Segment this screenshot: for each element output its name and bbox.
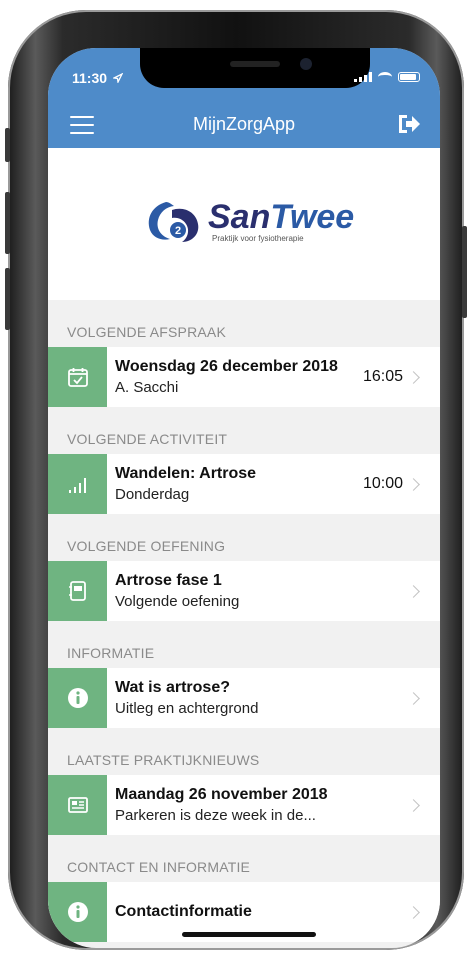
row-time: 16:05 — [362, 368, 403, 385]
volume-up-button — [5, 192, 10, 254]
screen: 11:30 MijnZorgApp 2 SanTwee Praktijk voo… — [48, 48, 440, 948]
santwee-logo: 2 SanTwee Praktijk voor fysiotherapie — [144, 198, 354, 244]
santwee-logo-mark: 2 — [148, 202, 199, 242]
section-header-volgende-oefening: VOLGENDE OEFENING — [48, 514, 440, 561]
row-icon-bg — [48, 668, 107, 728]
section-header-volgende-activiteit: VOLGENDE ACTIVITEIT — [48, 407, 440, 454]
home-indicator[interactable] — [182, 932, 316, 937]
app-header: 11:30 MijnZorgApp — [48, 48, 440, 148]
logout-icon[interactable] — [396, 112, 422, 136]
row-volgende-afspraak[interactable]: Woensdag 26 december 2018 A. Sacchi 16:0… — [48, 347, 440, 407]
silent-switch — [5, 128, 10, 162]
dashboard-list: VOLGENDE AFSPRAAK Woensdag 26 december 2… — [48, 300, 440, 942]
row-icon-bg — [48, 347, 107, 407]
logo-area: 2 SanTwee Praktijk voor fysiotherapie — [48, 148, 440, 300]
chevron-right-icon — [407, 798, 420, 812]
row-icon-bg — [48, 561, 107, 621]
chevron-right-icon — [407, 691, 420, 705]
chevron-right-icon — [407, 477, 420, 491]
row-title: Maandag 26 november 2018 — [115, 785, 328, 803]
row-time: 10:00 — [362, 475, 403, 492]
battery-icon — [398, 72, 420, 82]
phone-frame: 11:30 MijnZorgApp 2 SanTwee Praktijk voo… — [5, 10, 467, 950]
app-title: MijnZorgApp — [192, 114, 296, 134]
camera — [300, 58, 312, 70]
status-icons — [354, 72, 420, 82]
row-volgende-oefening[interactable]: Artrose fase 1 Volgende oefening — [48, 561, 440, 621]
row-subtitle: Uitleg en achtergrond — [115, 699, 259, 717]
row-subtitle: Donderdag — [115, 485, 190, 503]
newspaper-icon — [67, 797, 88, 813]
status-time: 11:30 — [72, 70, 124, 86]
speaker — [230, 61, 280, 67]
row-title: Artrose fase 1 — [115, 571, 222, 589]
location-arrow-icon — [111, 72, 124, 85]
section-header-laatste-praktijknieuws: LAATSTE PRAKTIJKNIEUWS — [48, 728, 440, 775]
row-subtitle: A. Sacchi — [115, 378, 179, 396]
notebook-icon — [68, 581, 86, 601]
svg-text:2: 2 — [175, 225, 181, 237]
row-title: Wat is artrose? — [115, 678, 230, 696]
row-informatie[interactable]: Wat is artrose? Uitleg en achtergrond — [48, 668, 440, 728]
notch — [140, 48, 370, 88]
section-header-informatie: INFORMATIE — [48, 621, 440, 668]
row-title: Wandelen: Artrose — [115, 464, 257, 482]
row-icon-bg — [48, 454, 107, 514]
calendar-check-icon — [67, 368, 88, 387]
row-icon-bg — [48, 882, 107, 942]
power-button — [462, 226, 467, 318]
row-volgende-activiteit[interactable]: Wandelen: Artrose Donderdag 10:00 — [48, 454, 440, 514]
cellular-signal-icon — [354, 72, 372, 82]
info-icon — [67, 902, 88, 922]
row-icon-bg — [48, 775, 107, 835]
chevron-right-icon — [407, 370, 420, 384]
row-title: Woensdag 26 december 2018 — [115, 357, 338, 375]
row-subtitle: Volgende oefening — [115, 592, 240, 610]
info-icon — [67, 688, 88, 708]
section-header-volgende-afspraak: VOLGENDE AFSPRAAK — [48, 300, 440, 347]
volume-down-button — [5, 268, 10, 330]
section-header-contact-en-informatie: CONTACT EN INFORMATIE — [48, 835, 440, 882]
wifi-icon — [378, 72, 392, 82]
row-laatste-praktijknieuws[interactable]: Maandag 26 november 2018 Parkeren is dez… — [48, 775, 440, 835]
logo-name: SanTwee — [208, 197, 355, 236]
signal-bars-icon — [68, 478, 86, 493]
row-title: Contactinformatie — [115, 903, 252, 920]
row-subtitle: Parkeren is deze week in de... — [115, 806, 316, 824]
chevron-right-icon — [407, 905, 420, 919]
chevron-right-icon — [407, 584, 420, 598]
